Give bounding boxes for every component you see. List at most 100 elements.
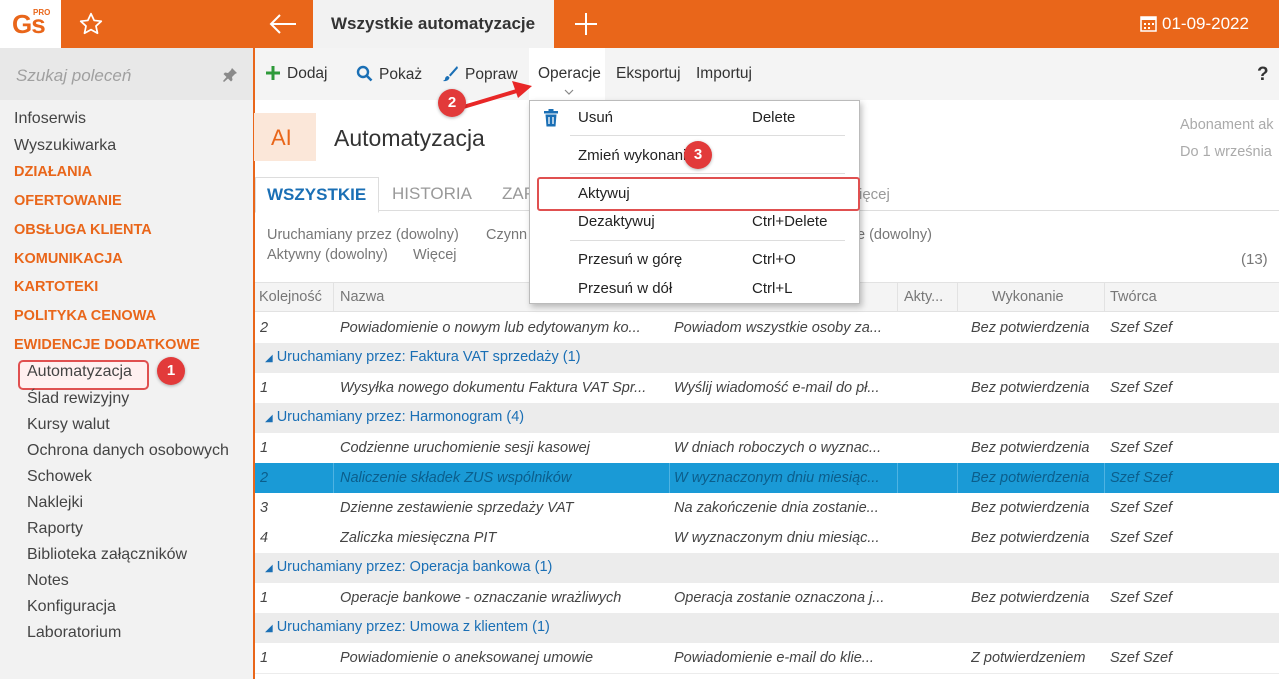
sidebar-item-schowek[interactable]: Schowek [27, 468, 92, 486]
menu-item-move-down[interactable]: Przesuń w dół [578, 280, 672, 297]
collapse-triangle-icon[interactable]: ◢ [265, 563, 273, 574]
collapse-triangle-icon[interactable]: ◢ [265, 623, 273, 634]
new-tab-plus-icon[interactable] [573, 11, 599, 37]
cell-exec: Bez potwierdzenia [971, 590, 1090, 606]
import-button[interactable]: Importuj [696, 65, 752, 83]
tab-history[interactable]: HISTORIA [392, 184, 472, 204]
page-title: Automatyzacja [334, 125, 485, 151]
group-prefix: Uruchamiany przez: [276, 409, 406, 425]
show-button[interactable]: Pokaż [356, 65, 422, 84]
export-button[interactable]: Eksportuj [616, 65, 681, 83]
sidebar-item-ofertowanie[interactable]: OFERTOWANIE [14, 193, 122, 209]
group-name: Umowa z klientem [409, 619, 529, 635]
sidebar-item-dzialania[interactable]: DZIAŁANIA [14, 164, 92, 180]
table-row[interactable]: 3 Dzienne zestawienie sprzedaży VAT Na zak… [255, 493, 1279, 524]
tab-more[interactable]: ięcej [859, 186, 890, 203]
sidebar-item-infoserwis[interactable]: Infoserwis [14, 110, 86, 128]
group-label: ◢ Uruchamiany przez: Operacja bankowa (1) [265, 559, 552, 575]
sidebar-item-kartoteki[interactable]: KARTOTEKI [14, 279, 98, 295]
command-search-input[interactable]: Szukaj poleceń [0, 48, 253, 100]
group-row[interactable]: ◢ Uruchamiany przez: Faktura VAT sprzedaż… [255, 343, 1279, 373]
menu-separator [570, 173, 845, 174]
menu-item-change-execution[interactable]: Zmień wykonanie [578, 147, 695, 164]
table-row[interactable]: 1 Codzienne uruchomienie sesji kasowej W d… [255, 433, 1279, 464]
group-row[interactable]: ◢ Uruchamiany przez: Operacja bankowa (1) [255, 553, 1279, 583]
cell-exec: Bez potwierdzenia [971, 380, 1090, 396]
sidebar-item-automatyzacja[interactable]: Automatyzacja [27, 363, 132, 381]
table-row[interactable]: 1 Powiadomienie o aneksowanej umowie Powia… [255, 643, 1279, 674]
collapse-triangle-icon[interactable]: ◢ [265, 413, 273, 424]
filter-activity[interactable]: Czynn [486, 227, 527, 243]
sidebar-item-polityka-cenowa[interactable]: POLITYKA CENOWA [14, 308, 156, 324]
filter-active[interactable]: Aktywny (dowolny) [267, 247, 388, 263]
back-arrow-icon[interactable] [268, 12, 298, 36]
pin-icon[interactable] [222, 67, 238, 83]
table-row[interactable]: 1 Wysyłka nowego dokumentu Faktura VAT Sp… [255, 373, 1279, 404]
sidebar-item-raporty[interactable]: Raporty [27, 520, 83, 538]
filter-more[interactable]: Więcej [413, 247, 457, 263]
menu-separator [570, 135, 845, 136]
collapse-triangle-icon[interactable]: ◢ [265, 353, 273, 364]
menu-item-deactivate[interactable]: Dezaktywuj [578, 213, 655, 230]
menu-shortcut-move-down: Ctrl+L [752, 280, 793, 297]
group-count: (1) [532, 619, 550, 635]
add-button[interactable]: Dodaj [265, 65, 328, 83]
cell-exec: Bez potwierdzenia [971, 440, 1090, 456]
step-badge-3: 3 [684, 141, 712, 169]
table-row[interactable]: 4 Zaliczka miesięczna PIT W wyznaczonym dn… [255, 523, 1279, 554]
table-row[interactable]: 1 Operacje bankowe - oznaczanie wrażliwyc… [255, 583, 1279, 614]
menu-item-delete[interactable]: Usuń [578, 109, 613, 126]
step-badge-2: 2 [438, 89, 466, 117]
sidebar-item-komunikacja[interactable]: KOMUNIKACJA [14, 251, 123, 267]
sidebar-item-laboratorium[interactable]: Laboratorium [27, 624, 121, 642]
column-name[interactable]: Nazwa [340, 289, 384, 305]
cell-separator [957, 463, 958, 493]
cell-name: Dzienne zestawienie sprzedaży VAT [340, 500, 574, 516]
column-active[interactable]: Akty... [904, 289, 943, 305]
cell-order: 4 [260, 530, 269, 546]
export-label: Eksportuj [616, 65, 681, 82]
sidebar-item-kursy-walut[interactable]: Kursy walut [27, 416, 110, 434]
add-label: Dodaj [287, 65, 328, 82]
filter-other[interactable]: e (dowolny) [857, 227, 932, 243]
cell-order: 1 [260, 590, 269, 606]
sidebar-item-konfiguracja[interactable]: Konfiguracja [27, 598, 116, 616]
tab-all-automations[interactable]: Wszystkie automatyzacje [313, 0, 554, 48]
cell-author: Szef Szef [1110, 650, 1173, 666]
group-row[interactable]: ◢ Uruchamiany przez: Umowa z klientem (1) [255, 613, 1279, 643]
sidebar-item-obsluga-klienta[interactable]: OBSŁUGA KLIENTA [14, 222, 152, 238]
sidebar-item-slad-rewizyjny[interactable]: Ślad rewizyjny [27, 390, 129, 408]
group-count: (1) [534, 559, 553, 575]
group-row[interactable]: ◢ Uruchamiany przez: Harmonogram (4) [255, 403, 1279, 433]
cell-author: Szef Szef [1110, 470, 1173, 486]
sidebar-item-ewidencje-dodatkowe[interactable]: EWIDENCJE DODATKOWE [14, 337, 200, 353]
cell-action: W wyznaczonym dniu miesiąc... [674, 530, 880, 546]
cell-exec: Bez potwierdzenia [971, 320, 1090, 336]
group-prefix: Uruchamiany przez: [276, 349, 406, 365]
sidebar-item-ochrona-danych-osobowych[interactable]: Ochrona danych osobowych [27, 442, 229, 460]
date-text: 01-09-2022 [1162, 14, 1249, 33]
help-button[interactable]: ? [1257, 64, 1269, 86]
operations-button[interactable]: Operacje [538, 65, 601, 83]
favorite-star-icon[interactable] [78, 11, 104, 37]
column-order[interactable]: Kolejność [259, 289, 322, 305]
filter-run-by[interactable]: Uruchamiany przez (dowolny) [267, 227, 459, 243]
column-author[interactable]: Twórca [1110, 289, 1157, 305]
column-execution[interactable]: Wykonanie [992, 289, 1064, 305]
sidebar-item-wyszukiwarka[interactable]: Wyszukiwarka [14, 137, 116, 155]
group-count: (4) [506, 409, 525, 425]
cell-order: 2 [260, 320, 269, 336]
table-row[interactable]: 2 Powiadomienie o nowym lub edytowanym ko… [255, 313, 1279, 344]
sidebar-item-notes[interactable]: Notes [27, 572, 69, 590]
table-row[interactable]: 2 Naliczenie składek ZUS wspólników W wyzn… [255, 463, 1279, 494]
group-count: (1) [562, 349, 581, 365]
sidebar-item-biblioteka-zalacznikow[interactable]: Biblioteka załączników [27, 546, 187, 564]
menu-item-move-up[interactable]: Przesuń w górę [578, 251, 682, 268]
current-date[interactable]: 01-09-2022 [1140, 14, 1249, 34]
app-logo[interactable]: Gs PRO [0, 0, 61, 48]
sidebar-item-naklejki[interactable]: Naklejki [27, 494, 83, 512]
cell-action: Powiadomienie e-mail do klie... [674, 650, 874, 666]
menu-item-activate[interactable]: Aktywuj [578, 185, 630, 202]
tab-all[interactable]: WSZYSTKIE [255, 177, 379, 213]
menu-shortcut-deactivate: Ctrl+Delete [752, 213, 828, 230]
